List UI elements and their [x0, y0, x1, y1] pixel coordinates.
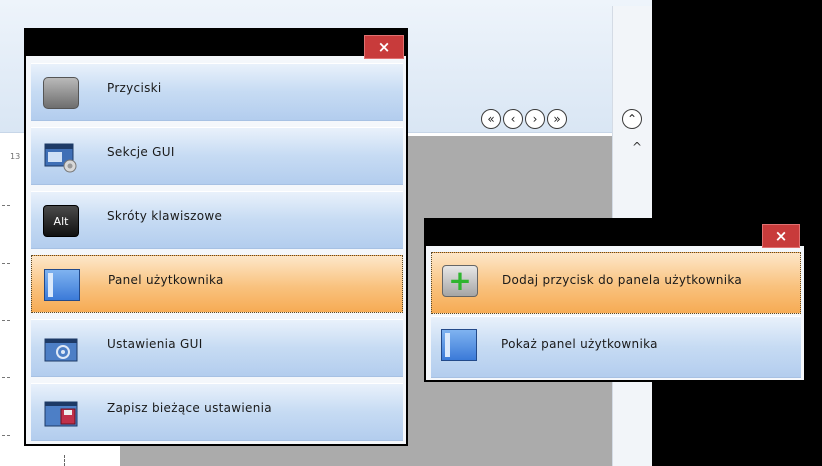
submenu-item-label: Dodaj przycisk do panela użytkownika — [502, 273, 743, 287]
submenu-item-dodaj-przycisk[interactable]: + Dodaj przycisk do panela użytkownika — [431, 252, 801, 314]
button-icon — [43, 77, 79, 109]
collapse-group: ⌃ — [622, 109, 642, 129]
right-icon[interactable]: › — [525, 109, 545, 129]
menu-item-ustawienia-gui[interactable]: Ustawienia GUI — [31, 319, 403, 377]
ruler-number: 13 — [10, 152, 21, 161]
main-menu-window: × Przyciski Sekcje GUI Alt Skróty klawis… — [24, 28, 408, 446]
gui-settings-icon — [43, 333, 79, 365]
ruler-tick — [2, 205, 10, 208]
menu-item-przyciski[interactable]: Przyciski — [31, 63, 403, 121]
gui-sections-icon — [43, 141, 79, 173]
menu-item-label: Skróty klawiszowe — [107, 209, 223, 223]
menu-item-label: Zapisz bieżące ustawienia — [107, 401, 272, 415]
menu-item-sekcje-gui[interactable]: Sekcje GUI — [31, 127, 403, 185]
navigation-buttons: « ‹ › » — [481, 109, 567, 129]
alt-key-icon: Alt — [43, 205, 79, 237]
add-icon: + — [442, 265, 478, 297]
menu-item-zapisz-ustawienia[interactable]: Zapisz bieżące ustawienia — [31, 383, 403, 441]
double-right-icon[interactable]: » — [547, 109, 567, 129]
menu-titlebar — [26, 30, 406, 56]
save-settings-icon — [43, 397, 79, 429]
user-panel-icon — [441, 329, 477, 361]
menu-item-label: Ustawienia GUI — [107, 337, 203, 351]
menu-item-panel-uzytkownika[interactable]: Panel użytkownika — [31, 255, 403, 313]
ruler-tick — [2, 263, 10, 266]
menu-item-skroty-klawiszowe[interactable]: Alt Skróty klawiszowe — [31, 191, 403, 249]
submenu-item-label: Pokaż panel użytkownika — [501, 337, 658, 351]
submenu-close-button[interactable]: × — [762, 224, 800, 248]
submenu-item-pokaz-panel[interactable]: Pokaż panel użytkownika — [431, 316, 801, 378]
double-left-icon[interactable]: « — [481, 109, 501, 129]
scroll-up-icon[interactable]: ^ — [632, 140, 642, 154]
menu-item-label: Przyciski — [107, 81, 162, 95]
collapse-up-icon[interactable]: ⌃ — [622, 109, 642, 129]
ruler-tick — [2, 435, 10, 438]
menu-item-label: Panel użytkownika — [108, 273, 224, 287]
menu-close-button[interactable]: × — [364, 35, 404, 59]
menu-item-label: Sekcje GUI — [107, 145, 175, 159]
ruler-tick — [2, 377, 10, 380]
left-icon[interactable]: ‹ — [503, 109, 523, 129]
user-panel-icon — [44, 269, 80, 301]
submenu-window: × + Dodaj przycisk do panela użytkownika… — [424, 218, 806, 382]
submenu-titlebar — [426, 220, 804, 246]
ruler-line — [64, 455, 66, 466]
ruler-tick — [2, 320, 10, 323]
